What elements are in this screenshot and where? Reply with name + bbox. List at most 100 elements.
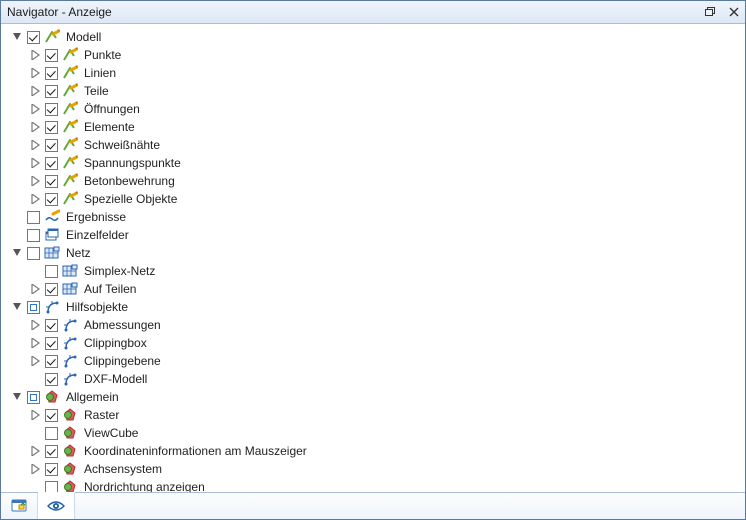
tree-row[interactable]: Abmessungen [1, 316, 745, 334]
checkbox[interactable] [45, 121, 58, 134]
tree-row[interactable]: DXF-Modell [1, 370, 745, 388]
checkbox[interactable] [45, 67, 58, 80]
tree-row[interactable]: Raster [1, 406, 745, 424]
tree-item-label: DXF-Modell [82, 370, 149, 388]
checkbox[interactable] [45, 85, 58, 98]
tree-row[interactable]: Koordinateninformationen am Mauszeiger [1, 442, 745, 460]
titlebar: Navigator - Anzeige [1, 1, 745, 24]
tree-row[interactable]: Simplex-Netz [1, 262, 745, 280]
chevron-right-icon[interactable] [29, 283, 41, 295]
checkbox[interactable] [45, 373, 58, 386]
chevron-right-icon[interactable] [29, 175, 41, 187]
checkbox[interactable] [45, 355, 58, 368]
aux-icon [44, 299, 60, 315]
chevron-right-icon[interactable] [29, 445, 41, 457]
chevron-right-icon[interactable] [29, 121, 41, 133]
general-icon [62, 425, 78, 441]
checkbox[interactable] [45, 463, 58, 476]
checkbox[interactable] [45, 481, 58, 493]
mesh-icon [44, 245, 60, 261]
checkbox[interactable] [45, 157, 58, 170]
chevron-right-icon[interactable] [29, 157, 41, 169]
chevron-down-icon[interactable] [11, 391, 23, 403]
chevron-right-icon[interactable] [29, 463, 41, 475]
checkbox[interactable] [45, 427, 58, 440]
tree-row[interactable]: Elemente [1, 118, 745, 136]
checkbox[interactable] [45, 409, 58, 422]
tree-row[interactable]: Netz [1, 244, 745, 262]
tab-display[interactable] [38, 492, 75, 519]
checkbox[interactable] [45, 193, 58, 206]
tree-item-label: Teile [82, 82, 111, 100]
checkbox[interactable] [45, 265, 58, 278]
tab-navigator[interactable] [1, 493, 38, 519]
tree-row[interactable]: Einzelfelder [1, 226, 745, 244]
general-icon [62, 407, 78, 423]
tree-item-label: Achsensystem [82, 460, 164, 478]
checkbox[interactable] [45, 319, 58, 332]
tree-row[interactable]: Punkte [1, 46, 745, 64]
restore-icon[interactable] [703, 5, 717, 19]
tree-item-label: Einzelfelder [64, 226, 131, 244]
checkbox[interactable] [45, 337, 58, 350]
general-icon [44, 389, 60, 405]
tree-row[interactable]: Öffnungen [1, 100, 745, 118]
checkbox[interactable] [27, 247, 40, 260]
close-icon[interactable] [727, 5, 741, 19]
results-icon [44, 209, 60, 225]
tree-row[interactable]: Hilfsobjekte [1, 298, 745, 316]
tree-row[interactable]: Betonbewehrung [1, 172, 745, 190]
chevron-down-icon[interactable] [11, 301, 23, 313]
tree-item-label: Schweißnähte [82, 136, 162, 154]
chevron-right-icon[interactable] [29, 193, 41, 205]
window-controls [703, 1, 741, 23]
chevron-right-icon[interactable] [29, 355, 41, 367]
tree-item-label: Koordinateninformationen am Mauszeiger [82, 442, 309, 460]
tree-row[interactable]: Teile [1, 82, 745, 100]
chevron-down-icon[interactable] [11, 31, 23, 43]
mesh-icon [62, 263, 78, 279]
model-icon [44, 29, 60, 45]
tree-item-label: Simplex-Netz [82, 262, 157, 280]
tree-row[interactable]: Modell [1, 28, 745, 46]
tree-row[interactable]: ViewCube [1, 424, 745, 442]
tree-row[interactable]: Achsensystem [1, 460, 745, 478]
checkbox[interactable] [45, 175, 58, 188]
checkbox[interactable] [45, 103, 58, 116]
tree-row[interactable]: Auf Teilen [1, 280, 745, 298]
tree-row[interactable]: Schweißnähte [1, 136, 745, 154]
chevron-right-icon[interactable] [29, 67, 41, 79]
checkbox[interactable] [27, 211, 40, 224]
chevron-right-icon[interactable] [29, 49, 41, 61]
checkbox[interactable] [45, 445, 58, 458]
general-icon [62, 479, 78, 492]
checkbox[interactable] [27, 391, 40, 404]
tree-row[interactable]: Clippingbox [1, 334, 745, 352]
general-icon [62, 461, 78, 477]
tree-row[interactable]: Allgemein [1, 388, 745, 406]
tree-row[interactable]: Spannungspunkte [1, 154, 745, 172]
checkbox[interactable] [45, 283, 58, 296]
checkbox[interactable] [45, 49, 58, 62]
checkbox[interactable] [45, 139, 58, 152]
chevron-right-icon[interactable] [29, 103, 41, 115]
chevron-down-icon[interactable] [11, 247, 23, 259]
chevron-right-icon[interactable] [29, 319, 41, 331]
checkbox[interactable] [27, 301, 40, 314]
tree-row[interactable]: Linien [1, 64, 745, 82]
tree-row[interactable]: Spezielle Objekte [1, 190, 745, 208]
bottom-tab-bar [1, 492, 745, 519]
tree-item-label: Linien [82, 64, 118, 82]
chevron-right-icon[interactable] [29, 337, 41, 349]
tree-row[interactable]: Clippingebene [1, 352, 745, 370]
tree-item-label: Netz [64, 244, 93, 262]
tree-view[interactable]: ModellPunkteLinienTeileÖffnungenElemente… [1, 24, 745, 492]
tree-row[interactable]: Ergebnisse [1, 208, 745, 226]
chevron-right-icon[interactable] [29, 139, 41, 151]
chevron-right-icon[interactable] [29, 85, 41, 97]
chevron-right-icon[interactable] [29, 409, 41, 421]
checkbox[interactable] [27, 229, 40, 242]
tree-row[interactable]: Nordrichtung anzeigen [1, 478, 745, 492]
checkbox[interactable] [27, 31, 40, 44]
fields-icon [44, 227, 60, 243]
